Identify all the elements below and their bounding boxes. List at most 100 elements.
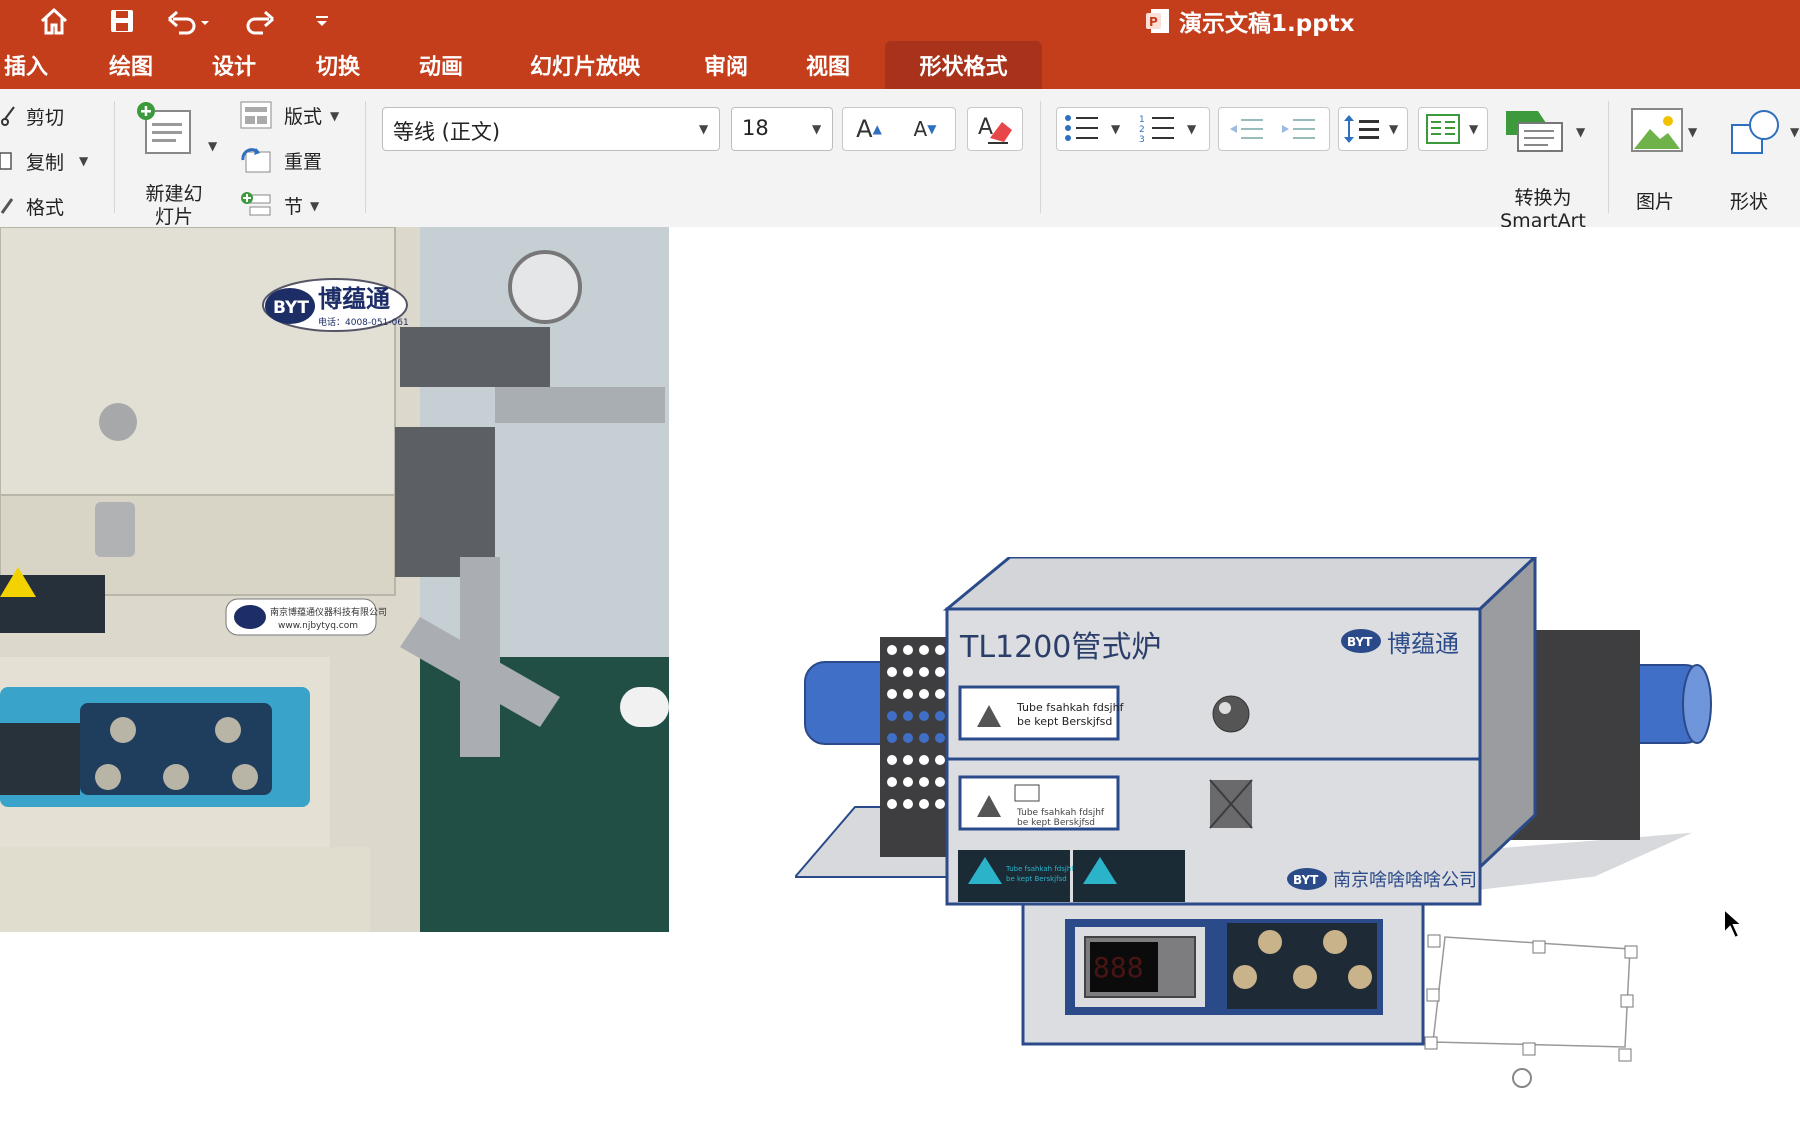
perforation-dot: [903, 667, 913, 677]
photo-brand: 博蕴通: [318, 285, 390, 313]
copy-dropdown-icon[interactable]: ▼: [79, 154, 88, 168]
perforation-dot: [935, 711, 945, 721]
font-size-value: 18: [742, 116, 769, 140]
perforation-dot: [935, 777, 945, 787]
font-size-dropdown-icon[interactable]: ▼: [812, 122, 821, 136]
decrease-indent-icon[interactable]: [1227, 113, 1267, 145]
perforation-dot: [887, 711, 897, 721]
warning-2-line2: be kept Berskjfsd: [1017, 818, 1095, 828]
clear-formatting-button[interactable]: A: [967, 107, 1023, 151]
picture-dropdown-icon[interactable]: ▼: [1688, 125, 1697, 139]
separator: [114, 101, 115, 213]
numbering-button[interactable]: 123 ▼: [1137, 112, 1205, 146]
photo-plate-company: 南京博蕴通仪器科技有限公司: [270, 606, 387, 618]
layout-label: 版式: [284, 106, 323, 128]
picture-icon: [1631, 108, 1683, 152]
svg-text:1: 1: [1139, 115, 1145, 125]
furnace-photo[interactable]: BYT 博蕴通 电话：4008-051-061 南京博蕴通仪器科技有限公司 ww…: [0, 227, 669, 932]
tab-view[interactable]: 视图: [792, 41, 864, 89]
columns-dropdown-icon[interactable]: ▼: [1469, 122, 1478, 136]
line-spacing-dropdown-icon[interactable]: ▼: [1389, 122, 1398, 136]
perforation-dot: [919, 755, 929, 765]
drawing-logo: BYT: [1347, 635, 1373, 649]
smartart-dropdown-icon[interactable]: ▼: [1576, 125, 1585, 139]
cut-button[interactable]: 剪切: [0, 101, 95, 131]
furnace-drawing[interactable]: 888 Tube fsahkah fdsjhf be kept Berskjfs…: [795, 557, 1735, 1122]
convert-smartart-button[interactable]: ▼ 转换为SmartArt: [1490, 101, 1600, 232]
perforation-dot: [903, 645, 913, 655]
tab-draw[interactable]: 绘图: [95, 41, 167, 89]
pptx-file-icon: P: [1145, 7, 1171, 35]
perforation-dot: [887, 689, 897, 699]
shapes-button[interactable]: ▼ 形状: [1718, 101, 1800, 226]
document-title: P 演示文稿1.pptx: [1145, 0, 1355, 41]
new-slide-dropdown-icon[interactable]: ▼: [208, 139, 217, 153]
shapes-label: 形状: [1730, 191, 1769, 213]
font-name-select[interactable]: 等线 (正文) ▼: [382, 107, 720, 151]
perforation-dot: [887, 733, 897, 743]
drawing-company: 南京啥啥啥啥公司: [1333, 870, 1477, 891]
photo-phone: 电话：4008-051-061: [318, 316, 409, 328]
tab-animations[interactable]: 动画: [405, 41, 477, 89]
bullets-dropdown-icon[interactable]: ▼: [1111, 122, 1120, 136]
numbering-dropdown-icon[interactable]: ▼: [1187, 122, 1196, 136]
shrink-font-icon[interactable]: A ▼: [901, 108, 949, 150]
line-spacing-icon: [1344, 115, 1379, 143]
picture-button[interactable]: ▼ 图片: [1622, 101, 1702, 226]
scissors-icon: [1, 106, 15, 126]
format-painter-label: 格式: [26, 197, 65, 219]
perforation-dot: [919, 777, 929, 787]
grow-font-icon[interactable]: A ▲: [845, 108, 893, 150]
font-size-select[interactable]: 18 ▼: [731, 107, 833, 151]
reset-icon: [241, 148, 271, 173]
numbered-list-icon: 123: [1139, 115, 1174, 145]
layout-dropdown-icon[interactable]: ▼: [330, 109, 339, 123]
copy-icon: [0, 152, 12, 170]
window-title: 演示文稿1.pptx: [1179, 10, 1355, 37]
customize-icon[interactable]: [312, 0, 332, 41]
perforation-dot: [935, 755, 945, 765]
section-label: 节: [284, 196, 304, 218]
undo-icon[interactable]: [165, 0, 213, 41]
tab-slideshow[interactable]: 幻灯片放映: [510, 41, 660, 89]
ribbon: 剪切 复制 ▼ 格式 ▼ 新建幻灯片 版式 ▼ 重置 节 ▼ 等线 (正文) ▼: [0, 89, 1800, 301]
separator: [365, 101, 366, 213]
shapes-dropdown-icon[interactable]: ▼: [1790, 125, 1799, 139]
line-spacing-button[interactable]: ▼: [1338, 107, 1408, 151]
redo-icon[interactable]: [243, 0, 277, 41]
new-slide-label: 新建幻灯片: [145, 183, 203, 228]
section-dropdown-icon[interactable]: ▼: [310, 199, 319, 213]
title-bar: P 演示文稿1.pptx: [0, 0, 1800, 41]
perforation-dot: [887, 667, 897, 677]
tab-insert[interactable]: 插入: [0, 41, 52, 89]
font-name-dropdown-icon[interactable]: ▼: [699, 122, 708, 136]
perforation-dot: [935, 667, 945, 677]
mouse-cursor-icon: [1723, 907, 1745, 940]
home-icon[interactable]: [38, 0, 70, 41]
tab-transitions[interactable]: 切换: [302, 41, 374, 89]
svg-text:P: P: [1149, 15, 1158, 29]
reset-button[interactable]: 重置: [240, 144, 350, 178]
list-group: ▼ 123 ▼: [1056, 107, 1210, 151]
copy-button[interactable]: 复制 ▼: [0, 146, 95, 176]
perforation-dot: [887, 777, 897, 787]
tab-shape-format[interactable]: 形状格式: [885, 41, 1042, 89]
perforation-dot: [935, 689, 945, 699]
format-painter-icon: [0, 198, 14, 214]
warning-1-line2: be kept Berskjfsd: [1017, 715, 1112, 728]
tab-design[interactable]: 设计: [198, 41, 270, 89]
warning-2-line1: Tube fsahkah fdsjhf: [1016, 808, 1105, 818]
new-slide-button[interactable]: ▼ 新建幻灯片: [130, 99, 218, 228]
tab-review[interactable]: 审阅: [690, 41, 762, 89]
layout-button[interactable]: 版式 ▼: [240, 99, 350, 133]
photo-plate-url: www.njbytyq.com: [278, 621, 358, 631]
perforation-dot: [887, 799, 897, 809]
section-button[interactable]: 节 ▼: [240, 189, 350, 223]
save-icon[interactable]: [106, 0, 138, 41]
bullets-button[interactable]: ▼: [1061, 112, 1129, 146]
indent-group: [1218, 107, 1330, 151]
format-painter-button[interactable]: 格式: [0, 191, 95, 221]
columns-button[interactable]: ▼: [1418, 107, 1488, 151]
increase-indent-icon[interactable]: [1279, 113, 1319, 145]
warning-3-line1: Tube fsahkah fdsjhf: [1005, 865, 1074, 873]
